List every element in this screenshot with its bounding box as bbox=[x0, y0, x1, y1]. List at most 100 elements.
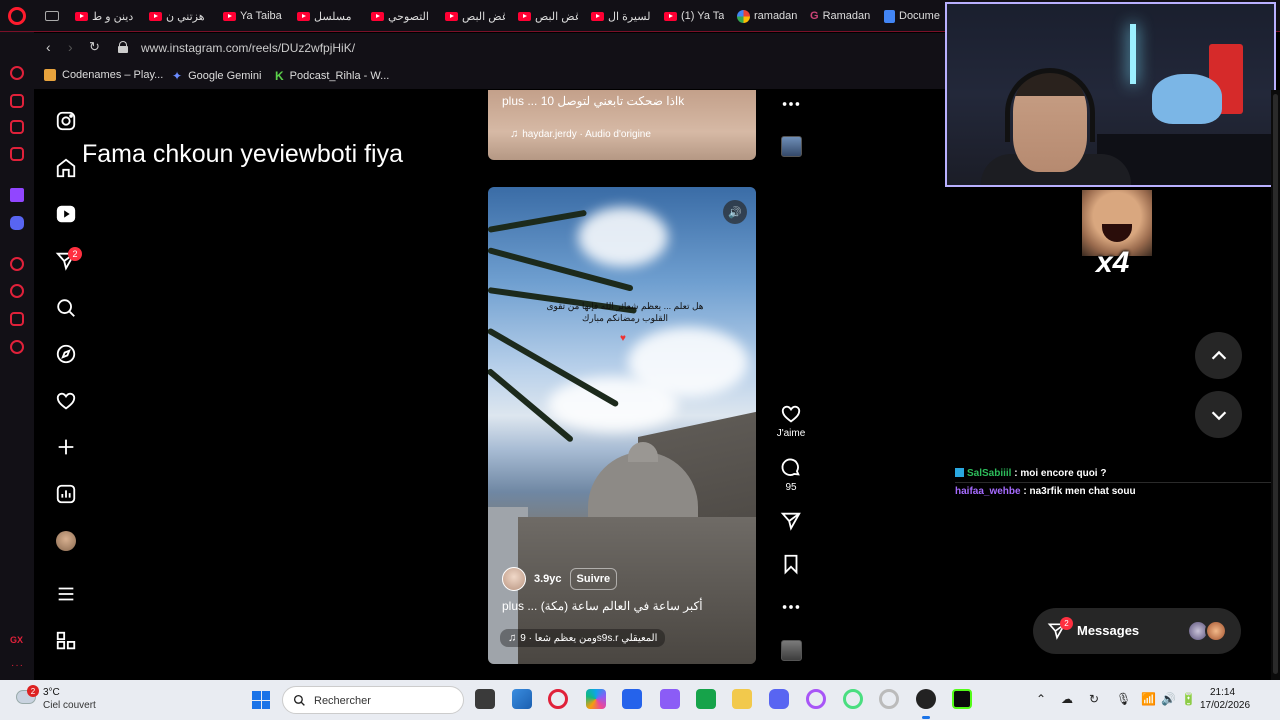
speed-dial-icon[interactable] bbox=[10, 66, 24, 80]
twitch-icon[interactable] bbox=[10, 188, 24, 202]
settings-icon[interactable] bbox=[10, 340, 24, 354]
gx-control-icon[interactable] bbox=[10, 94, 24, 108]
browser-tab[interactable]: التصوحي bbox=[371, 6, 431, 26]
codenames-icon bbox=[44, 69, 56, 81]
opera-gx-icon[interactable] bbox=[548, 689, 568, 709]
opera-air-icon[interactable] bbox=[843, 689, 863, 709]
opera-beta-icon[interactable] bbox=[879, 689, 899, 709]
browser-tab[interactable]: مسلسل bbox=[297, 6, 357, 26]
player-icon[interactable] bbox=[10, 257, 24, 271]
widgets-icon[interactable] bbox=[512, 689, 532, 709]
bookmark-item[interactable]: ✦ Google Gemini bbox=[172, 69, 261, 83]
copilot-icon[interactable] bbox=[586, 689, 606, 709]
gx-cleaner-icon[interactable] bbox=[10, 120, 24, 134]
browser-tab[interactable]: Ya Taiba bbox=[223, 6, 283, 26]
browser-tab[interactable]: السيرة ال bbox=[591, 6, 651, 26]
tab-overview-button[interactable] bbox=[45, 6, 59, 26]
like-button[interactable]: J'aime bbox=[777, 403, 805, 439]
file-explorer-icon[interactable] bbox=[732, 689, 752, 709]
author-username[interactable]: 3.9yc bbox=[534, 573, 562, 585]
weather-temperature[interactable]: 3°C bbox=[43, 687, 60, 698]
reel-caption[interactable]: plus ... اذا ضحكت تابعني لتوصل 10k bbox=[502, 94, 684, 108]
more-options-icon[interactable] bbox=[780, 596, 802, 618]
onedrive-icon[interactable]: ☁ bbox=[1061, 692, 1073, 706]
volume-icon[interactable]: 🔊 bbox=[1161, 692, 1176, 706]
sync-icon[interactable]: ↻ bbox=[1089, 692, 1099, 706]
extensions-icon[interactable] bbox=[10, 312, 24, 326]
profile-avatar[interactable] bbox=[56, 531, 76, 551]
search-icon[interactable] bbox=[55, 297, 77, 319]
also-from-meta-icon[interactable] bbox=[55, 630, 77, 652]
instagram-logo-icon[interactable] bbox=[55, 110, 77, 132]
app-icon[interactable] bbox=[660, 689, 680, 709]
clock-date[interactable]: 17/02/2026 bbox=[1200, 700, 1250, 711]
opera-logo-icon[interactable] bbox=[8, 7, 26, 25]
reload-icon[interactable]: ↻ bbox=[89, 39, 100, 55]
microphone-icon[interactable]: 🎙 bbox=[1116, 692, 1131, 706]
explore-icon[interactable] bbox=[55, 343, 77, 365]
more-options-icon[interactable] bbox=[780, 93, 802, 115]
back-arrow-icon[interactable]: ‹ bbox=[46, 39, 51, 55]
comment-button[interactable]: 95 bbox=[780, 457, 802, 493]
music-note-icon: ♫ bbox=[510, 128, 519, 140]
follow-button[interactable]: Suivre bbox=[569, 568, 618, 590]
browser-tab[interactable]: Docume bbox=[884, 6, 944, 26]
taskbar-search[interactable]: Rechercher bbox=[282, 686, 464, 714]
weather-description[interactable]: Ciel couvert bbox=[43, 700, 96, 711]
next-reel-button[interactable] bbox=[1195, 391, 1242, 438]
forward-arrow-icon[interactable]: › bbox=[68, 39, 73, 55]
reel-video[interactable]: 🔊 هل تعلم ... يعظم شعائر الله فإنها من ت… bbox=[488, 187, 756, 664]
audio-thumbnail[interactable] bbox=[781, 136, 802, 157]
messages-button[interactable]: 2 Messages bbox=[1033, 608, 1241, 654]
xbox-icon[interactable] bbox=[696, 689, 716, 709]
menu-icon[interactable] bbox=[55, 583, 77, 605]
heart-icon[interactable] bbox=[55, 390, 77, 412]
scrollbar-thumb[interactable] bbox=[1273, 94, 1278, 674]
clock-time[interactable]: 21:14 bbox=[1210, 687, 1235, 698]
messages-badge: 2 bbox=[1060, 617, 1073, 630]
reel-card-previous[interactable]: plus ... اذا ضحكت تابعني لتوصل 10k ♫ hayd… bbox=[488, 90, 756, 160]
browser-tab[interactable]: G Ramadan bbox=[810, 6, 870, 26]
browser-tab[interactable]: غض البص bbox=[518, 6, 578, 26]
browser-tab[interactable]: هزتني ن bbox=[149, 6, 209, 26]
task-view-icon[interactable] bbox=[475, 689, 495, 709]
chevron-up-icon[interactable]: ⌃ bbox=[1036, 692, 1046, 706]
browser-tab[interactable]: ramadan bbox=[737, 6, 797, 26]
previous-reel-button[interactable] bbox=[1195, 332, 1242, 379]
share-button[interactable] bbox=[780, 510, 802, 532]
audio-thumbnail[interactable] bbox=[781, 640, 802, 661]
wifi-icon[interactable]: 📶 bbox=[1141, 692, 1156, 706]
browser-tab[interactable]: (1) Ya Ta bbox=[664, 6, 724, 26]
discord-icon[interactable] bbox=[769, 689, 789, 709]
reel-audio[interactable]: ♫ ومن يعظم شعا · 9s9s.r المعيقلي bbox=[500, 629, 666, 647]
create-plus-icon[interactable] bbox=[55, 436, 77, 458]
more-icon[interactable]: ··· bbox=[11, 660, 24, 671]
windows-start-icon[interactable] bbox=[252, 691, 270, 709]
reel-caption[interactable]: plus ... أكبر ساعة في العالم ساعة (مكة) bbox=[502, 599, 703, 613]
plush-toy-shape bbox=[1152, 74, 1222, 124]
author-avatar[interactable] bbox=[502, 567, 526, 591]
browser-tab[interactable]: غض البص bbox=[445, 6, 505, 26]
bookmark-item[interactable]: K Podcast_Rihla - W... bbox=[275, 69, 389, 83]
battery-icon[interactable]: 🔋 bbox=[1181, 692, 1196, 706]
volume-icon[interactable]: 🔊 bbox=[723, 200, 747, 224]
browser-tab[interactable]: دينن و ط bbox=[75, 6, 135, 26]
bookmark-item[interactable]: Codenames – Play... bbox=[44, 69, 163, 81]
home-icon[interactable] bbox=[55, 157, 77, 179]
page-scrollbar[interactable] bbox=[1271, 90, 1280, 680]
streaming-app-icon[interactable] bbox=[952, 689, 972, 709]
save-button[interactable] bbox=[780, 553, 802, 575]
reel-audio[interactable]: ♫ haydar.jerdy · Audio d'origine bbox=[510, 128, 651, 140]
dashboard-icon[interactable] bbox=[55, 483, 77, 505]
opera-sidebar: GX ··· bbox=[0, 32, 34, 680]
opera-icon[interactable] bbox=[806, 689, 826, 709]
url-field[interactable]: www.instagram.com/reels/DUz2wfpjHiK/ bbox=[141, 41, 355, 55]
store-icon[interactable] bbox=[622, 689, 642, 709]
gemini-icon: ✦ bbox=[172, 69, 183, 83]
reels-icon[interactable] bbox=[55, 203, 77, 225]
discord-icon[interactable] bbox=[10, 216, 24, 230]
lock-icon[interactable] bbox=[118, 41, 128, 53]
gx-corner-icon[interactable] bbox=[10, 147, 24, 161]
obs-icon[interactable] bbox=[916, 689, 936, 709]
history-icon[interactable] bbox=[10, 284, 24, 298]
